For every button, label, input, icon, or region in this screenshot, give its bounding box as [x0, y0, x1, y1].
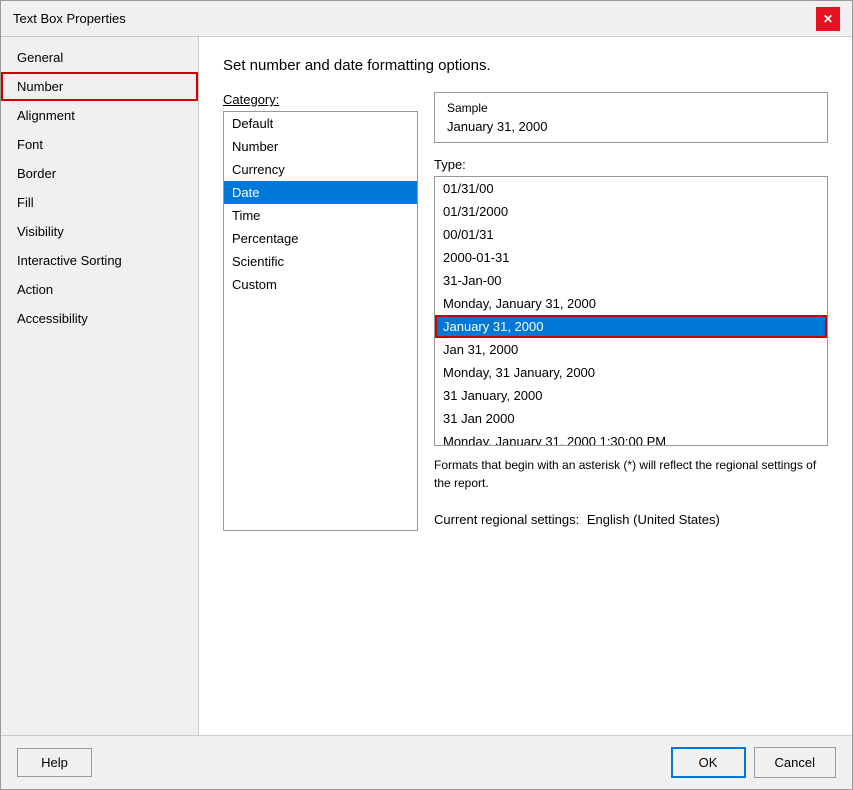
main-content: Set number and date formatting options. …	[199, 37, 852, 735]
type-item-january-31-2000[interactable]: January 31, 2000	[435, 315, 827, 338]
type-list-container: 01/31/00 01/31/2000 00/01/31 2000-01-31 …	[434, 176, 828, 446]
sample-box: Sample January 31, 2000	[434, 92, 828, 143]
sidebar-item-action[interactable]: Action	[1, 275, 198, 304]
type-item-monday-long[interactable]: Monday, January 31, 2000	[435, 292, 827, 315]
sidebar-item-number[interactable]: Number	[1, 72, 198, 101]
sample-label: Sample	[447, 101, 815, 115]
sidebar-item-general[interactable]: General	[1, 43, 198, 72]
sidebar-item-border[interactable]: Border	[1, 159, 198, 188]
right-panel: Sample January 31, 2000 Type: 01/31/00 0…	[434, 92, 828, 531]
main-title: Set number and date formatting options.	[223, 57, 828, 74]
type-item-jan-31-2000[interactable]: Jan 31, 2000	[435, 338, 827, 361]
regional-label: Current regional settings:	[434, 512, 579, 527]
type-list[interactable]: 01/31/00 01/31/2000 00/01/31 2000-01-31 …	[435, 177, 827, 445]
content-area: Category: Default Number Currency Date T…	[223, 92, 828, 531]
regional-settings: Current regional settings: English (Unit…	[434, 512, 828, 527]
help-button[interactable]: Help	[17, 748, 92, 777]
dialog-body: General Number Alignment Font Border Fil…	[1, 37, 852, 735]
sidebar: General Number Alignment Font Border Fil…	[1, 37, 199, 735]
type-item-monday-datetime[interactable]: Monday, January 31, 2000 1:30:00 PM	[435, 430, 827, 445]
category-item-time[interactable]: Time	[224, 204, 417, 227]
sidebar-item-visibility[interactable]: Visibility	[1, 217, 198, 246]
text-box-properties-dialog: Text Box Properties ✕ General Number Ali…	[0, 0, 853, 790]
type-item-00-01-31[interactable]: 00/01/31	[435, 223, 827, 246]
category-item-currency[interactable]: Currency	[224, 158, 417, 181]
type-item-2000-01-31[interactable]: 2000-01-31	[435, 246, 827, 269]
type-item-01-31-2000[interactable]: 01/31/2000	[435, 200, 827, 223]
regional-value: English (United States)	[587, 512, 720, 527]
sidebar-item-alignment[interactable]: Alignment	[1, 101, 198, 130]
type-item-31-jan-00[interactable]: 31-Jan-00	[435, 269, 827, 292]
dialog-footer: Help OK Cancel	[1, 735, 852, 789]
dialog-title: Text Box Properties	[13, 11, 126, 26]
sidebar-item-font[interactable]: Font	[1, 130, 198, 159]
type-item-31-january-2000[interactable]: 31 January, 2000	[435, 384, 827, 407]
type-item-31-jan-2000[interactable]: 31 Jan 2000	[435, 407, 827, 430]
sidebar-item-accessibility[interactable]: Accessibility	[1, 304, 198, 333]
sample-value: January 31, 2000	[447, 119, 815, 134]
title-bar: Text Box Properties ✕	[1, 1, 852, 37]
ok-button[interactable]: OK	[671, 747, 746, 778]
footer-right: OK Cancel	[671, 747, 836, 778]
format-note: Formats that begin with an asterisk (*) …	[434, 456, 828, 492]
category-item-date[interactable]: Date	[224, 181, 417, 204]
sidebar-item-fill[interactable]: Fill	[1, 188, 198, 217]
type-item-01-31-00[interactable]: 01/31/00	[435, 177, 827, 200]
category-list[interactable]: Default Number Currency Date Time Percen…	[223, 111, 418, 531]
category-item-custom[interactable]: Custom	[224, 273, 417, 296]
category-item-number[interactable]: Number	[224, 135, 417, 158]
type-item-monday-31-january-2000[interactable]: Monday, 31 January, 2000	[435, 361, 827, 384]
cancel-button[interactable]: Cancel	[754, 747, 836, 778]
category-label: Category:	[223, 92, 418, 107]
type-label: Type:	[434, 157, 828, 172]
sidebar-item-interactive-sorting[interactable]: Interactive Sorting	[1, 246, 198, 275]
category-item-scientific[interactable]: Scientific	[224, 250, 417, 273]
category-item-percentage[interactable]: Percentage	[224, 227, 417, 250]
category-panel: Category: Default Number Currency Date T…	[223, 92, 418, 531]
category-item-default[interactable]: Default	[224, 112, 417, 135]
close-button[interactable]: ✕	[816, 7, 840, 31]
